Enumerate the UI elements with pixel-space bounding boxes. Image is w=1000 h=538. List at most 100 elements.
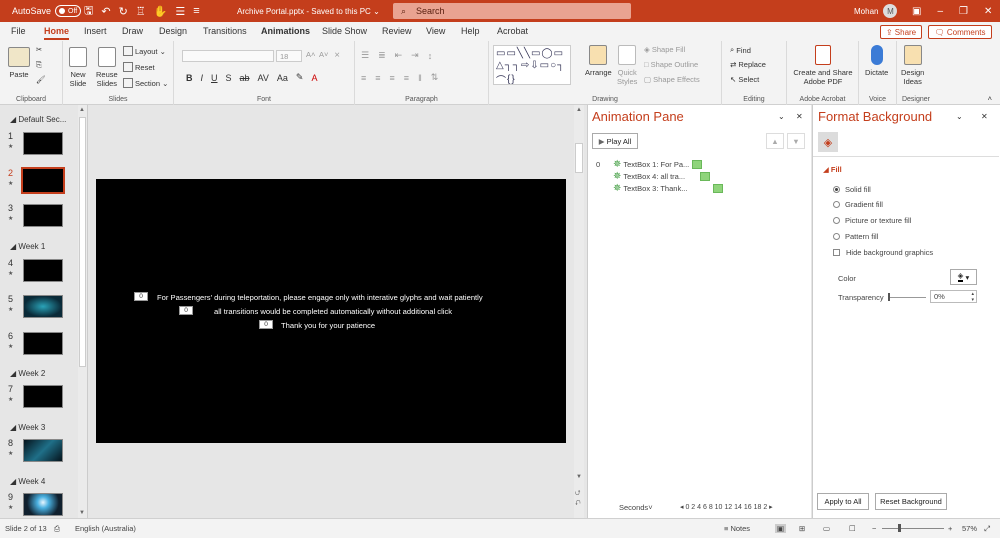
scroll-down-icon[interactable]: ▼ bbox=[576, 474, 582, 480]
notes-button[interactable]: ≡ Notes bbox=[724, 524, 750, 533]
align-right-icon[interactable]: ≡ bbox=[390, 73, 395, 83]
shape-fill-button[interactable]: ◈ Shape Fill bbox=[644, 45, 685, 54]
animation-order-tag[interactable]: 0 bbox=[179, 306, 193, 315]
shape-outline-button[interactable]: □ Shape Outline bbox=[644, 60, 698, 69]
section-header[interactable]: ◢ Week 1 bbox=[10, 242, 45, 251]
apply-to-all-button[interactable]: Apply to All bbox=[817, 493, 869, 510]
strikethrough-icon[interactable]: ab bbox=[240, 73, 250, 83]
shrink-font-icon[interactable]: A˅ bbox=[319, 50, 328, 59]
increase-indent-icon[interactable]: ⇥ bbox=[411, 50, 419, 61]
zoom-level[interactable]: 57% bbox=[962, 524, 977, 533]
avatar[interactable]: M bbox=[883, 4, 898, 18]
bullets-icon[interactable]: ☰ bbox=[361, 50, 369, 61]
accessibility-icon[interactable]: ⎙ bbox=[54, 524, 60, 534]
reset-background-button[interactable]: Reset Background bbox=[875, 493, 947, 510]
close-icon[interactable]: ✕ bbox=[796, 112, 803, 121]
slide-thumbnail[interactable] bbox=[23, 385, 63, 408]
highlight-icon[interactable]: ✎ bbox=[296, 72, 304, 83]
tab-view[interactable]: View bbox=[426, 26, 445, 36]
reading-view-icon[interactable]: ▭ bbox=[823, 524, 830, 533]
slide-thumbnail[interactable] bbox=[23, 204, 63, 227]
slide-thumbnail[interactable] bbox=[23, 295, 63, 318]
tab-transitions[interactable]: Transitions bbox=[203, 26, 247, 36]
slide-textbox[interactable]: all transitions would be completed autom… bbox=[214, 307, 452, 316]
slide-thumbnail[interactable] bbox=[23, 332, 63, 355]
tab-design[interactable]: Design bbox=[159, 26, 187, 36]
thumbnail-scrollbar[interactable]: ▲ ▼ bbox=[78, 105, 87, 518]
find-button[interactable]: ⌕ Find bbox=[730, 45, 751, 55]
reset-button[interactable]: Reset bbox=[123, 62, 155, 72]
minimize-icon[interactable]: – bbox=[937, 6, 943, 17]
slide-thumbnail[interactable] bbox=[23, 132, 63, 155]
zoom-in-icon[interactable]: + bbox=[948, 524, 952, 533]
pattern-fill-option[interactable]: Pattern fill bbox=[833, 232, 878, 241]
slide-canvas[interactable]: 0 For Passengers' during teleportation, … bbox=[96, 179, 566, 443]
restore-icon[interactable]: ❐ bbox=[959, 6, 968, 17]
shapes-gallery[interactable]: ▭ ▭ ╲ ╲ ▭ ◯ ▭ △ ┐ ┐ ⇨ ⇩ ▭ ○ ┐ ⌒{} bbox=[493, 45, 571, 87]
align-center-icon[interactable]: ≡ bbox=[375, 73, 380, 83]
fill-section-header[interactable]: ◢ Fill bbox=[823, 165, 842, 174]
close-icon[interactable]: ✕ bbox=[981, 112, 988, 121]
italic-icon[interactable]: I bbox=[201, 73, 204, 83]
replace-button[interactable]: ⇄ Replace bbox=[730, 60, 766, 69]
move-up-button[interactable]: ▲ bbox=[766, 133, 784, 149]
outline-icon[interactable]: ☰ bbox=[175, 5, 185, 18]
columns-icon[interactable]: ‖ bbox=[418, 73, 422, 83]
animation-order-tag[interactable]: 0 bbox=[134, 292, 148, 301]
paste-button[interactable]: Paste bbox=[8, 47, 30, 79]
ribbon-display-icon[interactable]: ▣ bbox=[912, 6, 921, 17]
gradient-fill-option[interactable]: Gradient fill bbox=[833, 200, 883, 209]
copy-icon[interactable]: ⎘ bbox=[36, 60, 42, 70]
zoom-out-icon[interactable]: − bbox=[872, 524, 876, 533]
autosave-toggle[interactable]: Off bbox=[55, 5, 82, 17]
account[interactable]: Mohan M bbox=[854, 0, 898, 22]
autosave[interactable]: AutoSave Off bbox=[12, 0, 82, 22]
animation-order-tag[interactable]: 0 bbox=[259, 320, 273, 329]
numbering-icon[interactable]: ≣ bbox=[378, 50, 386, 61]
search-box[interactable]: ⌕ Search bbox=[393, 3, 631, 19]
align-left-icon[interactable]: ≡ bbox=[361, 73, 366, 83]
char-spacing-icon[interactable]: AV bbox=[258, 73, 269, 83]
section-header[interactable]: ◢ Default Sec... bbox=[10, 115, 66, 124]
dictate-button[interactable]: Dictate bbox=[865, 45, 888, 77]
layout-button[interactable]: Layout ⌄ bbox=[123, 46, 166, 56]
animation-item[interactable]: ✵ TextBox 3: Thank... bbox=[613, 183, 724, 194]
font-size-box[interactable]: 18 bbox=[276, 50, 302, 62]
design-ideas-button[interactable]: Design Ideas bbox=[901, 45, 924, 86]
animation-item[interactable]: ✵ TextBox 1: For Pa... bbox=[613, 159, 703, 170]
font-color-icon[interactable]: A bbox=[311, 73, 317, 83]
transparency-slider[interactable] bbox=[888, 293, 926, 301]
tab-slide-show[interactable]: Slide Show bbox=[322, 26, 367, 36]
underline-icon[interactable]: U bbox=[211, 73, 218, 83]
move-down-button[interactable]: ▼ bbox=[787, 133, 805, 149]
customize-qat-icon[interactable]: ≡ bbox=[193, 5, 199, 17]
slide-thumbnail[interactable] bbox=[23, 493, 63, 516]
play-all-button[interactable]: ▶ Play All bbox=[592, 133, 638, 149]
tab-home[interactable]: Home bbox=[44, 26, 70, 40]
cut-icon[interactable]: ✂ bbox=[36, 45, 42, 54]
slideshow-icon[interactable]: ☐ bbox=[849, 524, 856, 533]
share-button[interactable]: ⇪ Share bbox=[880, 25, 922, 39]
shadow-icon[interactable]: S bbox=[226, 73, 232, 83]
tab-draw[interactable]: Draw bbox=[122, 26, 143, 36]
section-header[interactable]: ◢ Week 4 bbox=[10, 477, 45, 486]
pane-options-icon[interactable]: ⌄ bbox=[778, 112, 785, 121]
create-pdf-button[interactable]: Create and Share Adobe PDF bbox=[791, 45, 855, 86]
bold-icon[interactable]: B bbox=[186, 73, 193, 83]
slide-thumbnail[interactable] bbox=[23, 439, 63, 462]
section-button[interactable]: Section ⌄ bbox=[123, 78, 168, 88]
touch-mode-icon[interactable]: ✋ bbox=[154, 5, 168, 18]
solid-fill-option[interactable]: Solid fill bbox=[833, 185, 871, 194]
next-slide-icon[interactable]: ⮏ bbox=[575, 499, 581, 510]
decrease-indent-icon[interactable]: ⇤ bbox=[395, 50, 403, 61]
picture-fill-option[interactable]: Picture or texture fill bbox=[833, 216, 911, 225]
quick-styles-button[interactable]: Quick Styles bbox=[617, 45, 637, 86]
animation-item[interactable]: ✵ TextBox 4: all tra... bbox=[613, 171, 711, 182]
collapse-ribbon-icon[interactable]: ˄ bbox=[988, 94, 992, 103]
tab-review[interactable]: Review bbox=[382, 26, 412, 36]
line-spacing-icon[interactable]: ↕ bbox=[428, 51, 433, 61]
fit-to-window-icon[interactable]: ⤢ bbox=[984, 524, 990, 534]
grow-font-icon[interactable]: A˄ bbox=[306, 50, 315, 59]
tab-file[interactable]: File bbox=[11, 26, 26, 36]
redo-icon[interactable]: ↻ bbox=[119, 5, 128, 18]
